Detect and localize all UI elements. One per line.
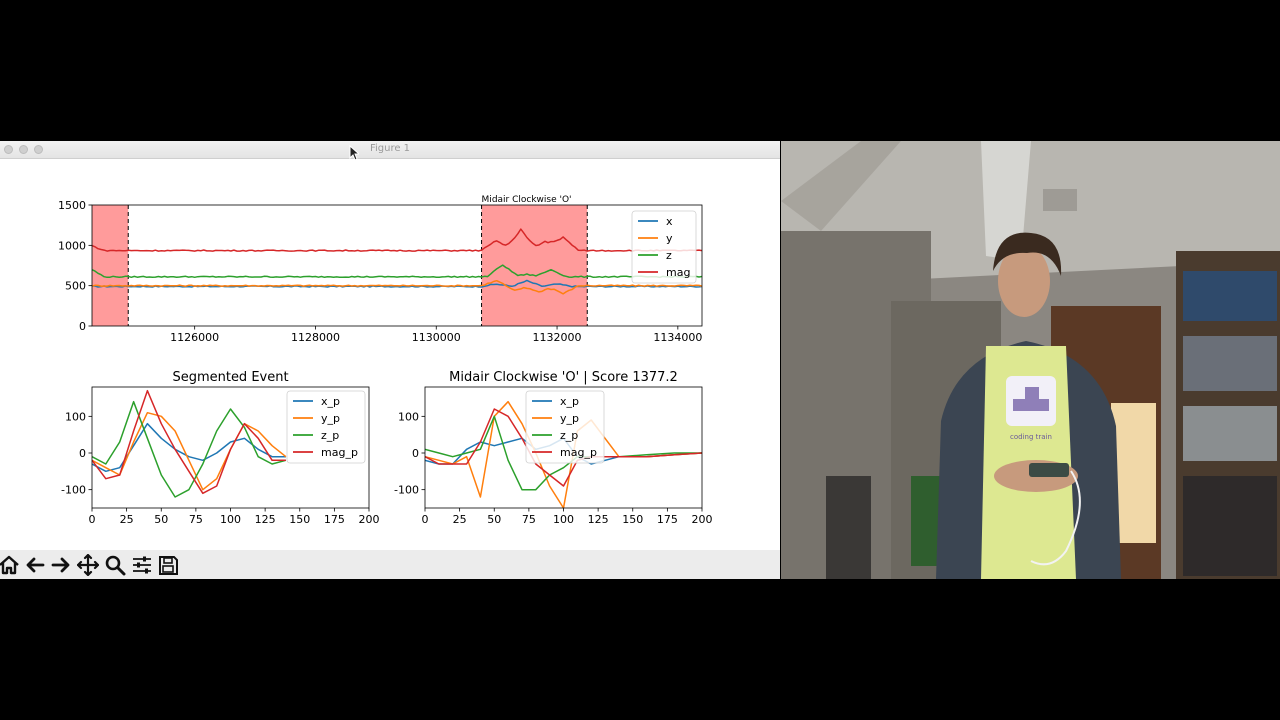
x-tick-label: 200 — [692, 513, 713, 526]
highlight-region — [481, 205, 588, 326]
sensor-device — [1029, 463, 1069, 477]
highlight-region — [92, 205, 129, 326]
x-tick-label: 175 — [657, 513, 678, 526]
y-tick-label: 500 — [65, 280, 86, 293]
series-line-z — [92, 264, 702, 279]
window-title: Figure 1 — [369, 143, 411, 154]
legend-label-y_p: y_p — [560, 412, 579, 425]
shirt-text: coding train — [1010, 433, 1052, 441]
series-line-y_p — [92, 411, 287, 491]
legend-label-z_p: z_p — [321, 429, 339, 442]
webcam-video: coding train — [781, 141, 1280, 579]
legend-label-mag_p: mag_p — [321, 446, 358, 459]
x-tick-label: 100 — [220, 513, 241, 526]
series-line-z_p — [92, 400, 287, 498]
event-annotation: Midair Clockwise 'O' — [482, 195, 572, 205]
y-tick-label: 100 — [65, 410, 86, 423]
y-tick-label: 0 — [79, 447, 86, 460]
matplotlib-figure: 1126000 1128000 1130000 1132000 113400005001… — [58, 195, 713, 526]
forward-icon[interactable] — [50, 554, 72, 576]
figure-window: Figure 1 1126000 1128000 1130000 1132000 113… — [0, 141, 780, 579]
x-tick-label: 0 — [422, 513, 429, 526]
x-tick-label: 150 — [289, 513, 310, 526]
home-icon[interactable] — [0, 554, 20, 576]
x-tick-label: 50 — [487, 513, 501, 526]
legend-label-y: y — [666, 232, 673, 245]
save-icon[interactable] — [157, 554, 179, 576]
x-tick-label: 200 — [359, 513, 380, 526]
y-tick-label: 1000 — [58, 239, 86, 252]
legend-label-x: x — [666, 215, 673, 228]
legend-label-z_p: z_p — [560, 429, 578, 442]
x-tick-label: 75 — [522, 513, 536, 526]
legend-label-z: z — [666, 249, 672, 262]
zoom-icon[interactable] — [104, 554, 126, 576]
chart-title: Midair Clockwise 'O' | Score 1377.2 — [449, 370, 678, 385]
x-tick-label: 1134000 — [653, 331, 702, 344]
x-tick-label: 25 — [120, 513, 134, 526]
x-tick-label: 50 — [154, 513, 168, 526]
legend-label-x_p: x_p — [321, 395, 340, 408]
x-tick-label: 100 — [553, 513, 574, 526]
series-line-mag_p — [92, 389, 286, 495]
navigation-toolbar — [0, 550, 780, 579]
y-tick-label: 100 — [398, 410, 419, 423]
chart-title: Segmented Event — [172, 370, 288, 385]
x-tick-label: 75 — [189, 513, 203, 526]
x-tick-label: 150 — [622, 513, 643, 526]
x-tick-label: 1128000 — [291, 331, 340, 344]
y-tick-label: 1500 — [58, 199, 86, 212]
x-tick-label: 1126000 — [170, 331, 219, 344]
series-line-mag — [92, 228, 702, 252]
chair — [826, 476, 871, 579]
back-icon[interactable] — [24, 554, 46, 576]
configure-icon[interactable] — [131, 554, 153, 576]
legend-label-x_p: x_p — [560, 395, 579, 408]
legend-label-mag_p: mag_p — [560, 446, 597, 459]
x-tick-label: 1130000 — [412, 331, 461, 344]
x-tick-label: 125 — [588, 513, 609, 526]
legend-label-y_p: y_p — [321, 412, 340, 425]
mouse-cursor-icon — [349, 145, 359, 161]
x-tick-label: 175 — [324, 513, 345, 526]
x-tick-label: 1132000 — [533, 331, 582, 344]
y-tick-label: -100 — [61, 484, 86, 497]
y-tick-label: 0 — [412, 447, 419, 460]
y-tick-label: -100 — [394, 484, 419, 497]
pan-icon[interactable] — [77, 554, 99, 576]
legend-label-mag: mag — [666, 266, 690, 279]
y-tick-label: 0 — [79, 320, 86, 333]
axes-frame — [91, 204, 703, 327]
x-tick-label: 0 — [89, 513, 96, 526]
x-tick-label: 125 — [255, 513, 276, 526]
window-titlebar[interactable]: Figure 1 — [0, 141, 780, 159]
x-tick-label: 25 — [453, 513, 467, 526]
